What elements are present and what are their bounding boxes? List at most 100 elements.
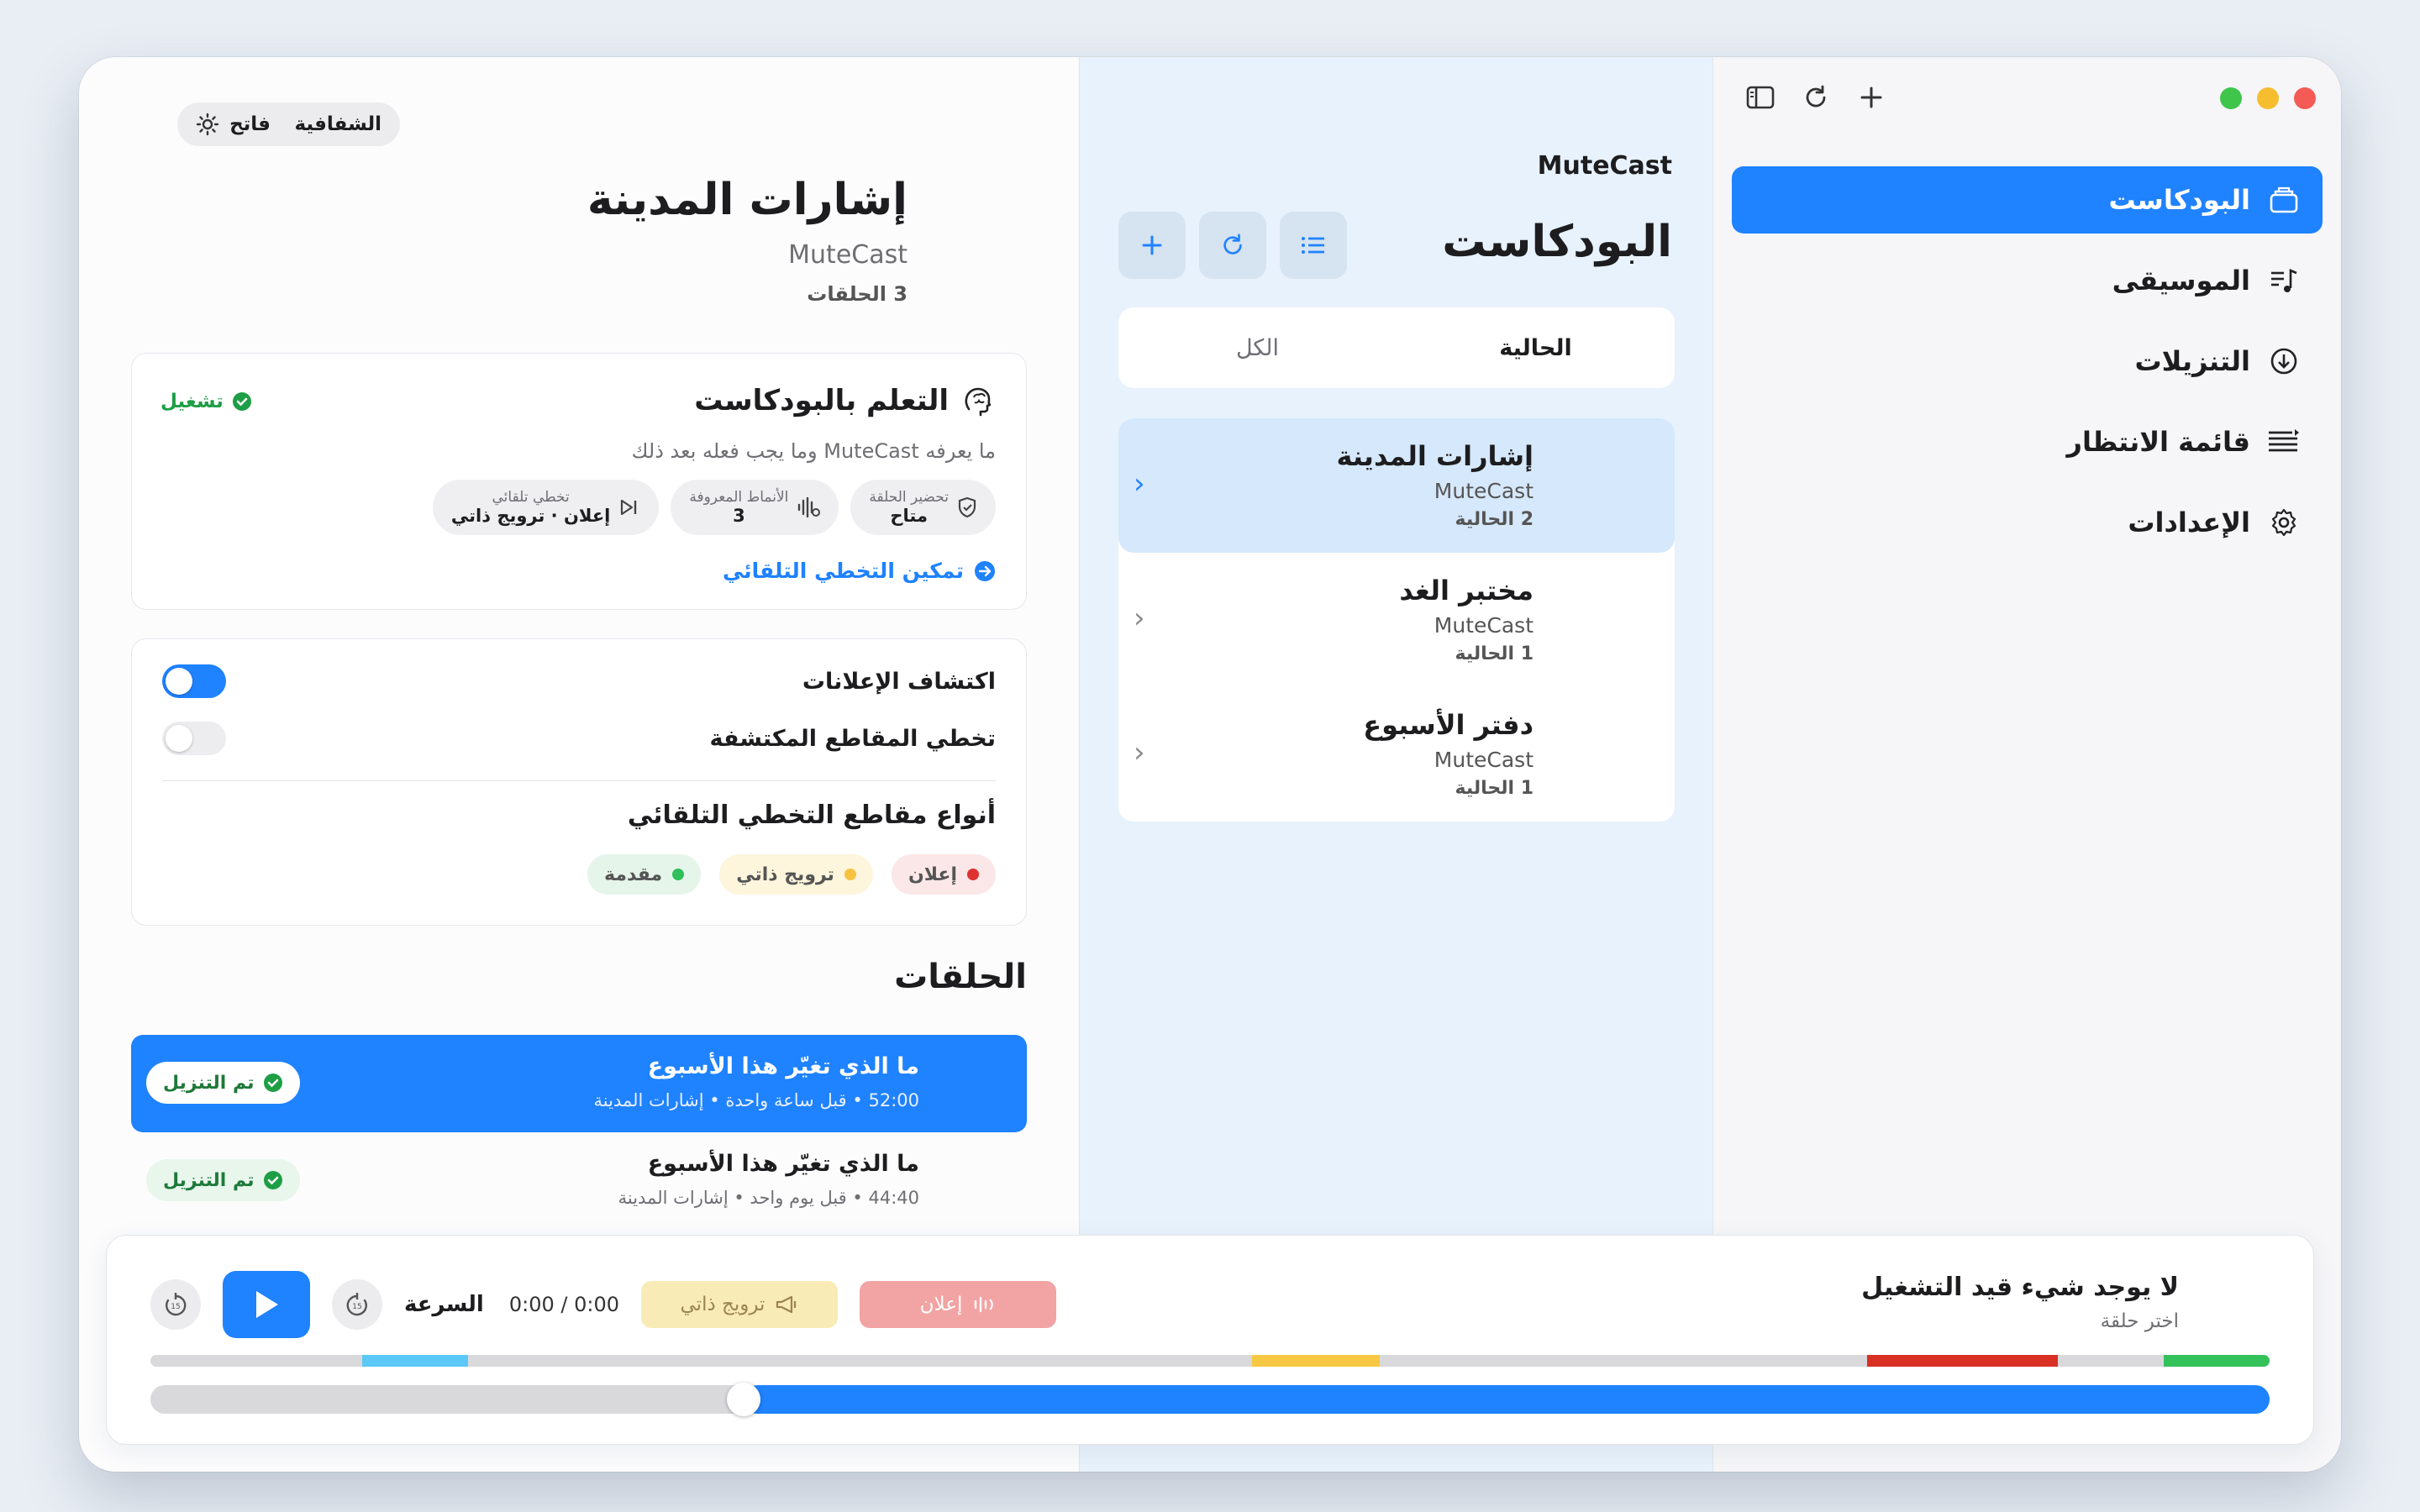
time-readout: 0:00 / 0:00 (508, 1293, 619, 1316)
downloaded-badge: تم التنزيل (146, 1062, 300, 1104)
episode-row[interactable]: ما الذي تغيّر هذا الأسبوع 52:00 • قبل سا… (131, 1035, 1027, 1132)
skip-forward-button[interactable]: 15 (332, 1279, 382, 1330)
zoom-button[interactable] (2220, 87, 2242, 109)
badge-label: تم التنزيل (163, 1169, 255, 1191)
chip-label: إعلان (908, 864, 957, 885)
podcast-author: MuteCast (1434, 613, 1534, 638)
segment-track (150, 1355, 2270, 1367)
sidebar-item-music[interactable]: الموسيقى (1732, 247, 2323, 314)
transparency-label: الشفافية (294, 113, 381, 135)
theme-button[interactable]: فاتح (177, 102, 289, 146)
filter-segmented-control: الحالية الكل (1118, 307, 1675, 388)
close-button[interactable] (2294, 87, 2316, 109)
sidebar-item-label: البودكاست (2108, 184, 2251, 216)
podcast-title: إشارات المدينة (587, 175, 908, 225)
skip-detected-label: تخطي المقاطع المكتشفة (709, 725, 996, 752)
skip-forward-icon: 15 (346, 1293, 367, 1316)
stat-value: متاح (890, 506, 929, 526)
skip-types-title: أنواع مقاطع التخطي التلقائي (627, 801, 996, 830)
list-sort-icon (1302, 237, 1324, 254)
app-window: البودكاست الموسيقى التنزيلات قائمة الانت… (79, 57, 2341, 1472)
skip-settings-card: اكتشاف الإعلانات تخطي المقاطع المكتشفة أ… (131, 638, 1027, 926)
progress-fill (744, 1385, 2270, 1414)
skip-forward-icon (621, 499, 637, 516)
segment-all[interactable]: الكل (1118, 307, 1397, 388)
page-title: البودكاست (1442, 217, 1672, 267)
queue-icon (2267, 425, 2301, 459)
add-icon[interactable] (1854, 81, 1888, 114)
refresh-icon (1223, 234, 1242, 255)
progress-slider[interactable] (150, 1383, 2270, 1416)
speed-control[interactable]: السرعة (404, 1292, 484, 1317)
podcast-row[interactable]: مختبر الغد MuteCast 1 الحالية ‹ (1118, 553, 1675, 687)
status-badge: تشغيل (160, 391, 252, 412)
now-playing-subtitle: اختر حلقة (2100, 1310, 2179, 1332)
podcast-title: إشارات المدينة (1336, 440, 1534, 472)
episode-row[interactable]: ما الذي تغيّر هذا الأسبوع 44:40 • قبل يو… (131, 1132, 1027, 1230)
enable-auto-skip-link[interactable]: تمكين التخطي التلقائي (723, 559, 996, 583)
chevron-left-icon: ‹ (1134, 467, 1145, 501)
sort-button[interactable] (1280, 212, 1347, 279)
playback-controls: 15 15 السرعة 0:00 / 0:00 ترويج ذاتي إعلا… (150, 1271, 1056, 1338)
skip-back-icon: 15 (166, 1293, 187, 1316)
episode-meta: 44:40 • قبل يوم واحد • إشارات المدينة (618, 1188, 919, 1208)
downloaded-badge: تم التنزيل (146, 1159, 300, 1201)
sidebar-nav: البودكاست الموسيقى التنزيلات قائمة الانت… (1732, 166, 2323, 570)
sidebar-item-label: التنزيلات (2134, 345, 2250, 377)
podcasts-toolbar (1118, 212, 1347, 279)
skip-ad-button[interactable]: إعلان (859, 1281, 1056, 1328)
chip-intro[interactable]: مقدمة (587, 854, 702, 895)
chip-ad[interactable]: إعلان (891, 854, 996, 895)
segment-ad (1866, 1355, 2058, 1367)
ad-label: إعلان (919, 1294, 963, 1315)
learning-card: التعلم بالبودكاست تشغيل ما يعرفه MuteCas… (131, 353, 1027, 610)
podcast-row[interactable]: دفتر الأسبوع MuteCast 1 الحالية ‹ (1118, 687, 1675, 822)
gear-icon (2267, 506, 2301, 539)
chip-self-promo[interactable]: ترويج ذاتي (719, 854, 873, 895)
download-icon (2267, 344, 2301, 378)
sidebar-item-label: الموسيقى (2112, 265, 2250, 297)
window-controls (2220, 87, 2316, 109)
brain-head-icon (965, 387, 992, 417)
segment-promo (1252, 1355, 1380, 1367)
minimize-button[interactable] (2257, 87, 2279, 109)
podcast-author: MuteCast (788, 240, 908, 270)
status-text: تشغيل (160, 391, 224, 412)
podcast-author: MuteCast (1434, 748, 1534, 772)
episodes-title: الحلقات (894, 958, 1027, 996)
ad-detection-toggle[interactable] (162, 664, 226, 698)
sidebar-item-settings[interactable]: الإعدادات (1732, 489, 2323, 556)
learning-stats: تحضير الحلقة متاح الأنماط المعروفة 3 تخطي … (432, 480, 996, 535)
learning-title: التعلم بالبودكاست (694, 384, 949, 417)
divider (162, 780, 996, 781)
sidebar-toggle-icon[interactable] (1744, 81, 1777, 114)
add-podcast-button[interactable] (1118, 212, 1186, 279)
ad-detection-label: اكتشاف الإعلانات (802, 668, 996, 695)
podcast-row[interactable]: إشارات المدينة MuteCast 2 الحالية ‹ (1118, 418, 1675, 553)
episode-meta: 52:00 • قبل ساعة واحدة • إشارات المدينة (593, 1090, 920, 1110)
segment-current[interactable]: الحالية (1397, 307, 1675, 388)
app-name: MuteCast (1537, 151, 1672, 181)
play-button[interactable] (223, 1271, 310, 1338)
segment-intro (2163, 1355, 2270, 1367)
refresh-icon[interactable] (1799, 81, 1833, 114)
chevron-left-icon: ‹ (1134, 601, 1145, 635)
skip-detected-toggle[interactable] (162, 722, 226, 755)
chip-label: مقدمة (604, 864, 663, 885)
skip-promo-button[interactable]: ترويج ذاتي (640, 1281, 838, 1328)
megaphone-icon (776, 1295, 797, 1314)
add-icon (1142, 235, 1162, 255)
podcast-author: MuteCast (1434, 479, 1534, 503)
progress-thumb[interactable] (727, 1383, 761, 1416)
sidebar-item-downloads[interactable]: التنزيلات (1732, 328, 2323, 395)
green-dot-icon (672, 869, 685, 880)
sidebar-item-queue[interactable]: قائمة الانتظار (1732, 408, 2323, 475)
podcast-title: دفتر الأسبوع (1363, 709, 1534, 741)
refresh-button[interactable] (1199, 212, 1266, 279)
episode-title: ما الذي تغيّر هذا الأسبوع (647, 1151, 919, 1177)
sidebar-item-podcasts[interactable]: البودكاست (1732, 166, 2323, 234)
skip-back-button[interactable]: 15 (150, 1279, 201, 1330)
badge-label: تم التنزيل (163, 1072, 255, 1094)
stat-label: تخطي تلقائي (492, 489, 570, 506)
stat-label: الأنماط المعروفة (689, 489, 789, 506)
